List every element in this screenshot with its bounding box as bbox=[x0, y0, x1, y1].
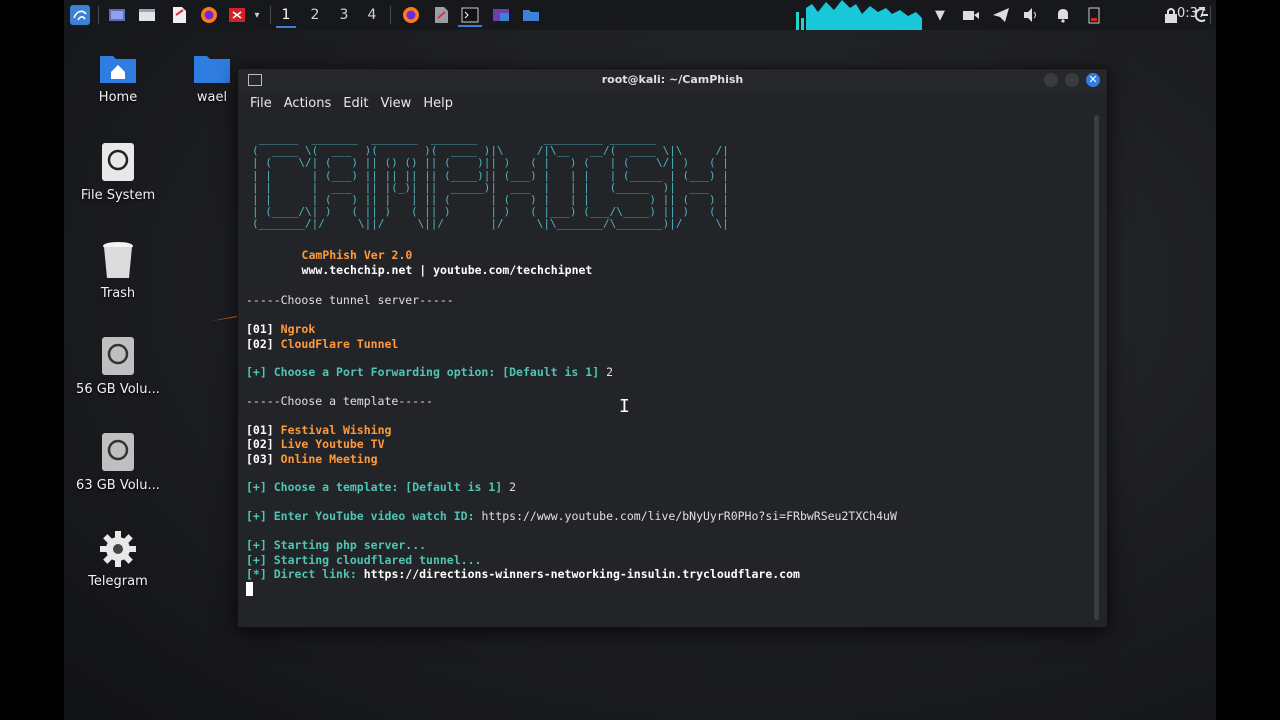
close-button[interactable]: ✕ bbox=[1086, 73, 1100, 87]
terminal-cursor bbox=[246, 582, 253, 596]
chevron-down-icon[interactable]: ▾ bbox=[250, 5, 264, 25]
template-option: [03] Online Meeting bbox=[246, 452, 378, 466]
logout-icon[interactable] bbox=[1190, 5, 1212, 25]
tunnel-option: [02] CloudFlare Tunnel bbox=[246, 337, 399, 351]
window-title: root@kali: ~/CamPhish bbox=[601, 73, 744, 86]
desktop-icon-file-system[interactable]: File System bbox=[68, 142, 168, 203]
top-panel: ▾ 1 2 3 4 ▼ 0:37 bbox=[64, 0, 1216, 30]
media-task-icon[interactable] bbox=[490, 5, 512, 25]
camera-icon[interactable] bbox=[960, 5, 982, 25]
show-desktop-icon[interactable] bbox=[106, 5, 128, 25]
direct-link-line: [*] Direct link: https://directions-winn… bbox=[246, 567, 800, 581]
desktop-icon-label: wael bbox=[196, 90, 228, 105]
menu-bar: File Actions Edit View Help bbox=[238, 91, 1107, 115]
terminal-output[interactable]: ______ _______ _______ _______ _________… bbox=[246, 127, 1086, 619]
telegram-tray-icon[interactable] bbox=[990, 5, 1012, 25]
port-prompt: [+] Choose a Port Forwarding option: [De… bbox=[246, 365, 614, 379]
camphish-ascii-banner: ______ _______ _______ _______ _________… bbox=[252, 132, 729, 231]
template-option: [01] Festival Wishing bbox=[246, 423, 392, 437]
menu-file[interactable]: File bbox=[250, 96, 272, 111]
template-header: -----Choose a template----- bbox=[246, 394, 433, 408]
minimize-button[interactable] bbox=[1044, 73, 1058, 87]
workspace-1[interactable]: 1 bbox=[276, 4, 296, 28]
desktop-icon-home[interactable]: Home bbox=[68, 52, 168, 105]
desktop-icon-label: File System bbox=[80, 188, 156, 203]
desktop-icon-telegram[interactable]: Telegram bbox=[68, 530, 168, 589]
desktop-icon-label: Trash bbox=[100, 286, 136, 301]
menu-actions[interactable]: Actions bbox=[284, 96, 332, 111]
text-cursor-icon: I bbox=[619, 396, 630, 417]
cpu-graph-widget bbox=[796, 0, 922, 30]
status-line: [+] Starting cloudflared tunnel... bbox=[246, 553, 482, 567]
app-red-icon[interactable] bbox=[226, 5, 248, 25]
desktop-icon-volume-56[interactable]: 56 GB Volu... bbox=[68, 336, 168, 397]
file-manager-icon[interactable] bbox=[136, 5, 158, 25]
workspace-3[interactable]: 3 bbox=[334, 4, 354, 26]
workspace-2[interactable]: 2 bbox=[305, 4, 325, 26]
kali-menu-icon[interactable] bbox=[68, 5, 92, 25]
desktop-icon-trash[interactable]: Trash bbox=[68, 240, 168, 301]
direct-link-url[interactable]: https://directions-winners-networking-in… bbox=[364, 567, 800, 581]
editor-task-icon[interactable] bbox=[430, 5, 452, 25]
gear-icon bbox=[99, 530, 137, 568]
window-titlebar[interactable]: root@kali: ~/CamPhish ✕ bbox=[238, 69, 1107, 91]
workspace-4[interactable]: 4 bbox=[362, 4, 382, 26]
home-folder-icon bbox=[99, 52, 137, 84]
folder-task-icon[interactable] bbox=[520, 5, 542, 25]
firefox-task-icon[interactable] bbox=[400, 5, 422, 25]
wifi-icon[interactable]: ▼ bbox=[930, 5, 950, 25]
desktop-icon-label: 63 GB Volu... bbox=[76, 478, 160, 493]
folder-icon bbox=[193, 52, 231, 84]
volume-icon[interactable] bbox=[1020, 5, 1042, 25]
site-text: www.techchip.net | youtube.com/techchipn… bbox=[301, 262, 593, 277]
status-line: [+] Starting php server... bbox=[246, 538, 427, 552]
menu-edit[interactable]: Edit bbox=[343, 96, 368, 111]
template-option: [02] Live Youtube TV bbox=[246, 437, 385, 451]
tunnel-option: [01] Ngrok bbox=[246, 322, 316, 336]
battery-icon[interactable] bbox=[1084, 5, 1104, 25]
desktop-icon-label: Telegram bbox=[88, 574, 148, 589]
firefox-icon[interactable] bbox=[198, 5, 220, 25]
menu-view[interactable]: View bbox=[380, 96, 411, 111]
menu-help[interactable]: Help bbox=[423, 96, 453, 111]
drive-icon bbox=[101, 142, 135, 182]
maximize-button[interactable] bbox=[1065, 73, 1079, 87]
drive-icon bbox=[101, 336, 135, 376]
terminal-app-icon bbox=[248, 74, 262, 86]
terminal-window[interactable]: root@kali: ~/CamPhish ✕ File Actions Edi… bbox=[237, 68, 1108, 628]
trash-icon bbox=[101, 240, 135, 280]
scrollbar[interactable] bbox=[1094, 115, 1099, 620]
video-prompt: [+] Enter YouTube video watch ID: https:… bbox=[246, 509, 897, 523]
drive-icon bbox=[101, 432, 135, 472]
desktop-icon-volume-63[interactable]: 63 GB Volu... bbox=[68, 432, 168, 493]
desktop-icon-label: Home bbox=[98, 90, 138, 105]
tunnel-header: -----Choose tunnel server----- bbox=[246, 293, 454, 307]
template-prompt: [+] Choose a template: [Default is 1] 2 bbox=[246, 480, 517, 494]
terminal-task-icon[interactable] bbox=[458, 5, 482, 27]
lock-icon[interactable] bbox=[1160, 5, 1182, 25]
bell-icon[interactable] bbox=[1052, 5, 1074, 25]
text-editor-icon[interactable] bbox=[168, 5, 190, 25]
desktop-icon-label: 56 GB Volu... bbox=[76, 382, 160, 397]
